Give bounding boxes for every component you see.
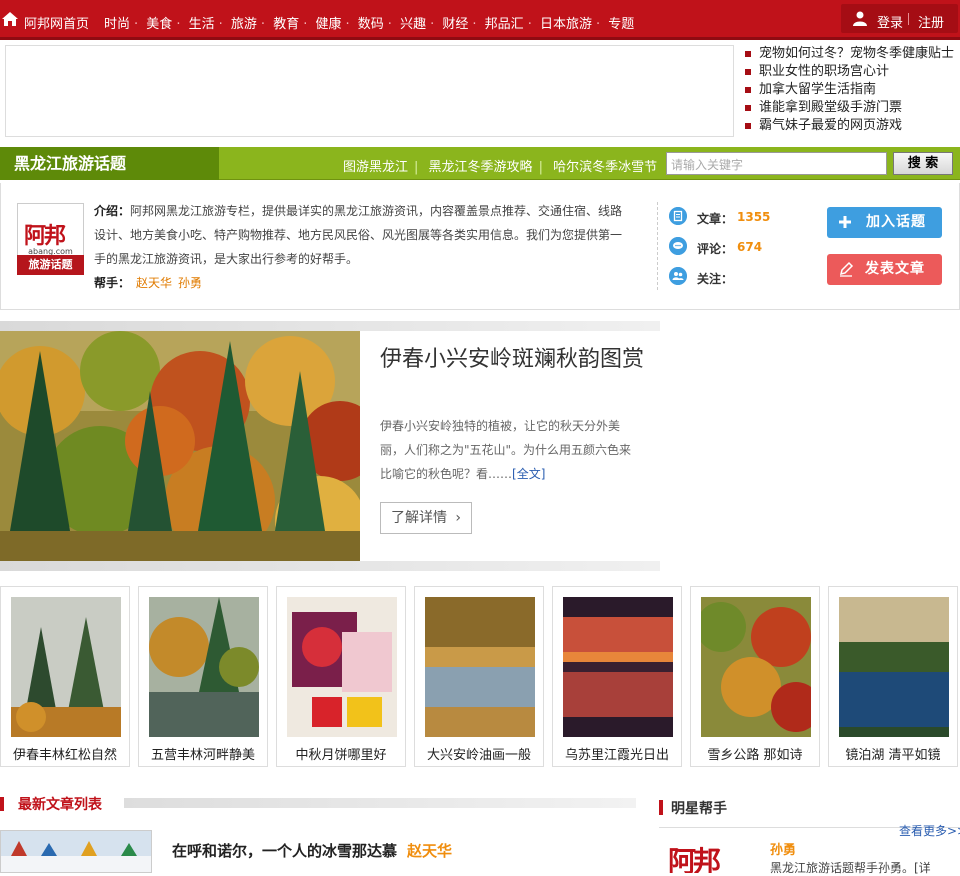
read-more-link[interactable]: [全文] [512, 467, 545, 481]
nav-item[interactable]: 时尚 [104, 17, 130, 32]
gallery-item[interactable]: 大兴安岭油画一般 [414, 586, 544, 767]
gallery-caption: 大兴安岭油画一般 [426, 748, 531, 763]
divider [908, 13, 909, 25]
gallery-image [11, 597, 121, 737]
photo-gallery: 伊春丰林红松自然 五营丰林河畔静美 中秋月饼哪里好 大兴安岭油画一般 乌苏里江霞… [0, 586, 960, 767]
gallery-image [563, 597, 673, 737]
section-title: 明星帮手 [671, 801, 727, 817]
helpers: 帮手： 赵天华 孙勇 [94, 276, 203, 290]
feature-image[interactable] [0, 331, 360, 561]
nav-item[interactable]: 专题 [608, 17, 634, 32]
join-topic-button[interactable]: 加入话题 [827, 207, 942, 238]
see-more-link[interactable]: 查看更多>> [899, 822, 960, 839]
gallery-caption: 乌苏里江霞光日出 [564, 748, 669, 763]
gallery-image [701, 597, 811, 737]
topic-link[interactable]: 黑龙江冬季游攻略 [429, 160, 533, 175]
gallery-image [425, 597, 535, 737]
gallery-image [287, 597, 397, 737]
top-nav: 阿邦网首页 时尚 · 美食 · 生活 · 旅游 · 教育 · 健康 · 数码 · 兴趣 · 财经… [0, 0, 960, 40]
helper-name[interactable]: 孙勇 [770, 839, 796, 858]
user-icon [853, 11, 867, 26]
nav-item[interactable]: 兴趣 [400, 17, 426, 32]
gallery-item[interactable]: 五营丰林河畔静美 [138, 586, 268, 767]
comment-icon [669, 237, 687, 255]
ad-banner [5, 45, 734, 137]
home-icon[interactable] [0, 9, 20, 29]
topic-band: 黑龙江旅游话题 图游黑龙江 | 黑龙江冬季游攻略 | 哈尔滨冬季冰雪节 请输入关键字… [0, 147, 960, 180]
latest-articles-header: 最新文章列表 [0, 794, 660, 814]
plus-icon [839, 216, 851, 228]
nav-menu: 时尚 · 美食 · 生活 · 旅游 · 教育 · 健康 · 数码 · 兴趣 · 财经 · 邦品汇 ·… [104, 17, 635, 32]
hot-links: 宠物如何过冬？宠物冬季健康贴士 职业女性的职场宫心计 加拿大留学生活指南 谁能拿… [745, 45, 960, 135]
nav-item[interactable]: 健康 [315, 17, 341, 32]
helper-avatar[interactable]: 阿邦 [668, 840, 752, 873]
article-count: 1355 [737, 210, 771, 224]
article-author[interactable]: 赵天华 [407, 842, 452, 860]
users-icon [669, 267, 687, 285]
logo-tag: 旅游话题 [17, 255, 84, 275]
topic-logo: 阿邦 abang.com 旅游话题 [17, 203, 84, 275]
gallery-item[interactable]: 镜泊湖 清平如镜 [828, 586, 958, 767]
topic-intro: 阿邦 abang.com 旅游话题 介绍：阿邦网黑龙江旅游专栏，提供最详实的黑龙… [0, 183, 960, 310]
gallery-image [149, 597, 259, 737]
search-input[interactable]: 请输入关键字 [666, 152, 887, 175]
hot-link[interactable]: 宠物如何过冬？宠物冬季健康贴士 [745, 45, 960, 63]
nav-item[interactable]: 美食 [146, 17, 172, 32]
gallery-caption: 五营丰林河畔静美 [150, 748, 255, 763]
section-title: 最新文章列表 [18, 797, 102, 813]
gallery-caption: 雪乡公路 那如诗 [707, 748, 803, 763]
topic-link[interactable]: 哈尔滨冬季冰雪节 [553, 160, 657, 175]
logo-mark: 阿邦 [24, 224, 66, 249]
nav-item[interactable]: 数码 [358, 17, 384, 32]
gallery-item[interactable]: 中秋月饼哪里好 [276, 586, 406, 767]
search-button[interactable]: 搜 索 [893, 152, 953, 175]
nav-item[interactable]: 财经 [442, 17, 468, 32]
autumn-forest-image [0, 331, 360, 561]
nav-item[interactable]: 邦品汇 [485, 17, 524, 32]
helper-description: 黑龙江旅游话题帮手孙勇。[详 [770, 861, 931, 875]
gallery-item[interactable]: 伊春丰林红松自然 [0, 586, 130, 767]
nav-item[interactable]: 教育 [273, 17, 299, 32]
topic-title: 黑龙江旅游话题 [0, 147, 219, 180]
register-link[interactable]: 注册 [918, 12, 944, 31]
gallery-image [839, 597, 949, 737]
post-article-button[interactable]: 发表文章 [827, 254, 942, 285]
nav-item[interactable]: 日本旅游 [540, 17, 592, 32]
hot-link[interactable]: 加拿大留学生活指南 [745, 81, 960, 99]
divider [0, 561, 660, 571]
gallery-caption: 中秋月饼哪里好 [295, 748, 387, 763]
gallery-caption: 伊春丰林红松自然 [12, 748, 117, 763]
topic-link[interactable]: 图游黑龙江 [343, 160, 408, 175]
feature-description: 伊春小兴安岭独特的植被，让它的秋天分外美丽，人们称之为"五花山"。为什么用五颜六… [380, 419, 632, 481]
topic-description: 介绍：阿邦网黑龙江旅游专栏，提供最详实的黑龙江旅游资讯，内容覆盖景点推荐、交通住… [94, 204, 623, 266]
hot-link[interactable]: 职业女性的职场宫心计 [745, 63, 960, 81]
hot-link[interactable]: 谁能拿到殿堂级手游门票 [745, 99, 960, 117]
pen-icon [839, 261, 854, 277]
helper-link[interactable]: 孙勇 [178, 276, 202, 290]
article-item: 在呼和诺尔，一个人的冰雪那达慕 赵天华 [172, 840, 452, 861]
comment-count: 674 [737, 240, 763, 254]
chevron-right-icon: › [455, 510, 461, 526]
article-title[interactable]: 在呼和诺尔，一个人的冰雪那达慕 [172, 842, 397, 860]
divider [657, 202, 658, 290]
snow-festival-image [1, 831, 151, 872]
gallery-item[interactable]: 雪乡公路 那如诗 [690, 586, 820, 767]
article-thumbnail[interactable] [0, 830, 152, 873]
hot-link[interactable]: 霸气妹子最爱的网页游戏 [745, 117, 960, 135]
nav-item[interactable]: 生活 [189, 17, 215, 32]
home-link[interactable]: 阿邦网首页 [24, 13, 89, 32]
topic-links: 图游黑龙江 | 黑龙江冬季游攻略 | 哈尔滨冬季冰雪节 [343, 160, 658, 175]
nav-item[interactable]: 旅游 [231, 17, 257, 32]
helper-link[interactable]: 赵天华 [136, 276, 172, 290]
feature-title[interactable]: 伊春小兴安岭斑斓秋韵图赏 [380, 345, 650, 375]
divider [0, 321, 660, 331]
login-link[interactable]: 登录 [877, 12, 903, 31]
login-box: 登录 注册 [841, 4, 958, 33]
gallery-item[interactable]: 乌苏里江霞光日出 [552, 586, 682, 767]
document-icon [669, 207, 687, 225]
details-button[interactable]: 了解详情 › [380, 502, 472, 534]
gallery-caption: 镜泊湖 清平如镜 [845, 748, 941, 763]
